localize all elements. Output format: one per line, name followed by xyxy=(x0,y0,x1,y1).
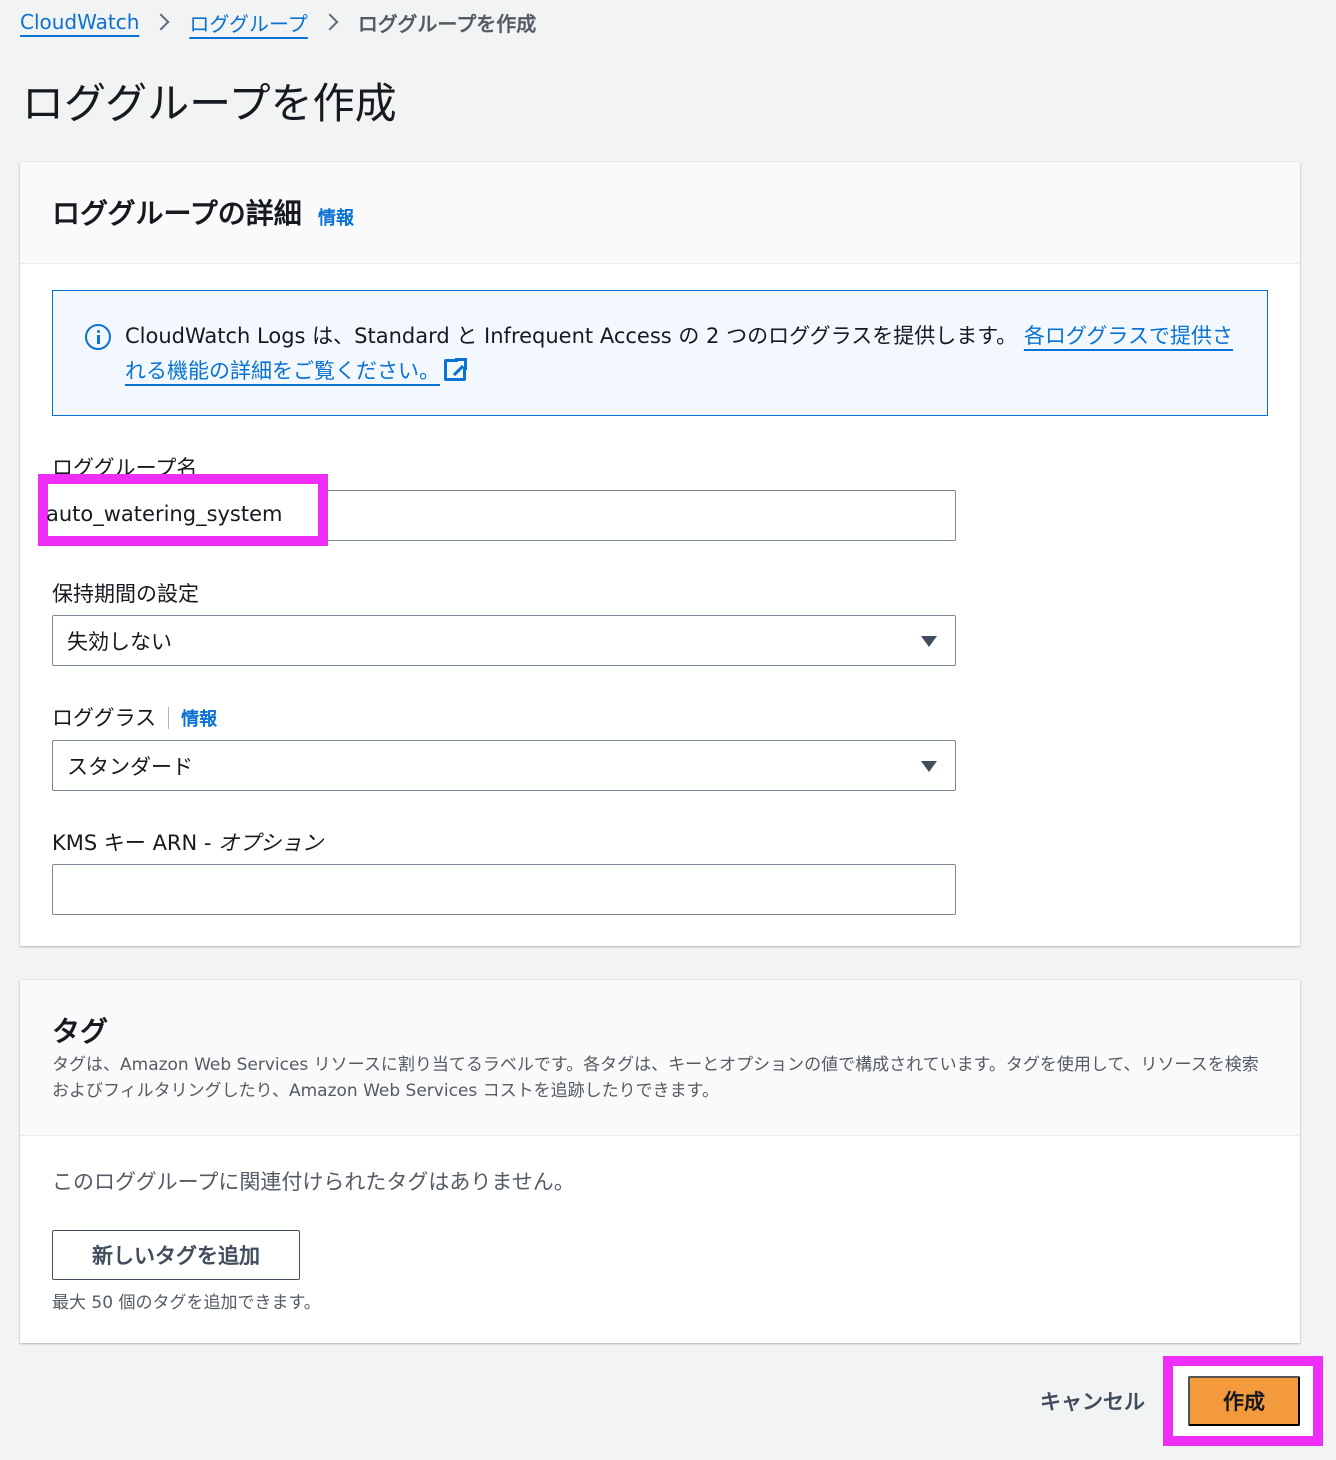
kms-key-input[interactable] xyxy=(52,864,956,915)
create-button[interactable]: 作成 xyxy=(1188,1376,1300,1426)
chevron-right-icon xyxy=(321,13,339,31)
log-group-details-panel: ロググループの詳細 情報 CloudWatch Logs は、Standard … xyxy=(20,162,1300,946)
log-group-name-value[interactable]: auto_watering_system xyxy=(46,502,283,526)
retention-select[interactable]: 失効しない xyxy=(52,615,956,666)
tags-title: タグ xyxy=(52,1015,109,1048)
details-info-link[interactable]: 情報 xyxy=(318,204,354,230)
alert-message: CloudWatch Logs は、Standard と Infrequent … xyxy=(125,324,1018,348)
log-class-select[interactable]: スタンダード xyxy=(52,740,956,791)
add-tag-button[interactable]: 新しいタグを追加 xyxy=(52,1230,300,1280)
log-class-info-alert: CloudWatch Logs は、Standard と Infrequent … xyxy=(52,290,1268,416)
info-circle-icon xyxy=(85,324,111,350)
breadcrumb-cloudwatch[interactable]: CloudWatch xyxy=(20,10,139,34)
breadcrumb-current: ロググループを作成 xyxy=(357,11,537,36)
label-divider xyxy=(168,707,170,729)
details-title: ロググループの詳細 xyxy=(52,197,302,230)
kms-key-label: KMS キー ARN - オプション xyxy=(52,827,323,857)
tag-limit-hint: 最大 50 個のタグを追加できます。 xyxy=(52,1293,321,1313)
kms-label-optional: オプション xyxy=(218,831,324,855)
caret-down-icon xyxy=(921,636,937,647)
log-class-info-link[interactable]: 情報 xyxy=(181,709,217,730)
tags-description: タグは、Amazon Web Services リソースに割り当てるラベルです。… xyxy=(52,1055,1259,1101)
log-class-label: ロググラス xyxy=(52,706,157,730)
retention-label: 保持期間の設定 xyxy=(52,582,199,606)
breadcrumb-log-groups[interactable]: ロググループ xyxy=(189,8,307,37)
page-title: ロググループを作成 xyxy=(22,79,397,128)
log-class-selected-value: スタンダード xyxy=(67,754,193,779)
caret-down-icon xyxy=(921,761,937,772)
no-tags-message: このロググループに関連付けられたタグはありません。 xyxy=(52,1170,575,1194)
tags-panel: タグ タグは、Amazon Web Services リソースに割り当てるラベル… xyxy=(20,980,1300,1343)
chevron-right-icon xyxy=(152,13,170,31)
tags-header: タグ タグは、Amazon Web Services リソースに割り当てるラベル… xyxy=(20,980,1300,1136)
breadcrumb: CloudWatch ロググループ ロググループを作成 xyxy=(20,6,536,38)
alert-text: CloudWatch Logs は、Standard と Infrequent … xyxy=(125,319,1235,389)
details-header: ロググループの詳細 情報 xyxy=(20,162,1300,264)
cancel-button[interactable]: キャンセル xyxy=(1040,1386,1145,1416)
external-link-icon[interactable] xyxy=(444,357,468,381)
retention-selected-value: 失効しない xyxy=(67,629,172,654)
log-class-label-row: ロググラス 情報 xyxy=(52,702,217,732)
kms-label-text: KMS キー ARN - xyxy=(52,831,219,855)
